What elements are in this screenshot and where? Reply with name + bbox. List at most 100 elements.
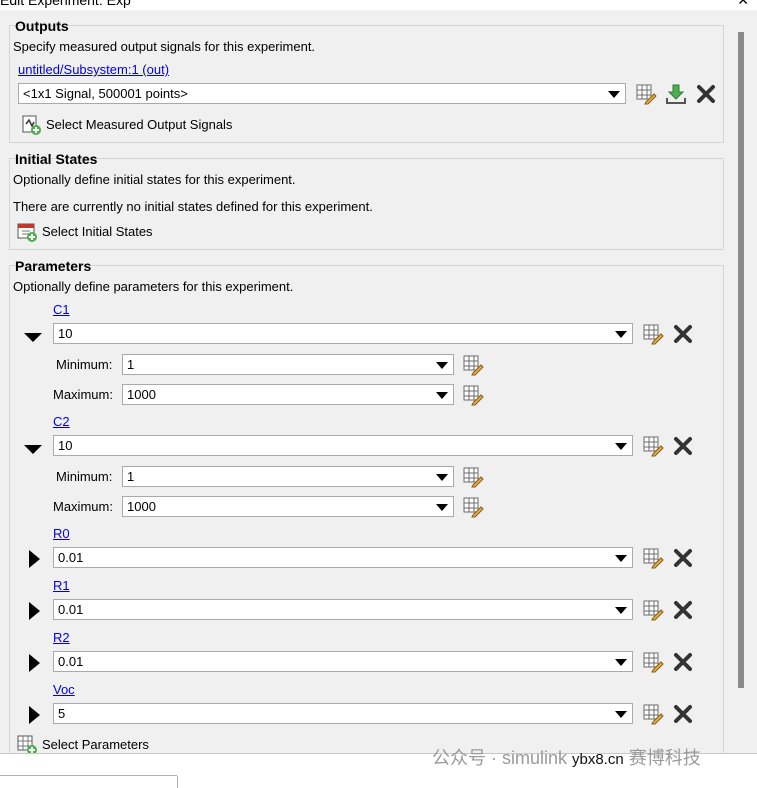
outputs-heading: Outputs (15, 18, 69, 34)
expand-arrow-icon[interactable] (25, 653, 45, 673)
chevron-down-icon[interactable] (615, 331, 627, 338)
import-download-icon[interactable] (665, 83, 687, 105)
param-value-combo-c1[interactable]: 10 (53, 323, 633, 344)
initial-states-none-message: There are currently no initial states de… (13, 199, 373, 214)
output-signal-value: <1x1 Signal, 500001 points> (23, 86, 188, 101)
watermark-overlay: ybx8.cn (572, 751, 624, 768)
edit-table-icon[interactable] (642, 435, 664, 457)
select-initial-states-button[interactable]: Select Initial States (16, 221, 216, 243)
param-minimum-combo-c2[interactable]: 1 (122, 466, 454, 487)
param-value-combo-r0[interactable]: 0.01 (53, 547, 633, 568)
chevron-down-icon[interactable] (436, 392, 448, 399)
param-link-c1[interactable]: C1 (53, 302, 70, 317)
parameters-description: Optionally define parameters for this ex… (13, 279, 294, 294)
param-link-r0[interactable]: R0 (53, 526, 70, 541)
edit-table-icon[interactable] (642, 323, 664, 345)
collapse-arrow-icon[interactable] (23, 327, 43, 347)
param-maximum-combo-c2[interactable]: 1000 (122, 496, 454, 517)
parameters-group: Parameters Optionally define parameters … (9, 258, 724, 753)
chevron-down-icon[interactable] (615, 659, 627, 666)
edit-table-icon[interactable] (462, 354, 484, 376)
delete-icon[interactable] (672, 651, 694, 673)
param-value-voc: 5 (58, 706, 66, 721)
param-link-c2[interactable]: C2 (53, 414, 70, 429)
parameters-heading: Parameters (15, 258, 92, 274)
chevron-down-icon[interactable] (608, 91, 620, 98)
select-initial-states-label: Select Initial States (42, 224, 153, 239)
delete-icon[interactable] (672, 599, 694, 621)
minimum-label-c1: Minimum: (56, 357, 113, 372)
watermark-suffix: 赛博科技 (628, 748, 701, 768)
maximum-label-c2: Maximum: (53, 499, 113, 514)
param-value-combo-c2[interactable]: 10 (53, 435, 633, 456)
initial-states-heading: Initial States (15, 151, 98, 167)
chevron-down-icon[interactable] (436, 362, 448, 369)
param-minimum-combo-c1[interactable]: 1 (122, 354, 454, 375)
outputs-group: Outputs Specify measured output signals … (9, 18, 724, 143)
select-parameters-icon (16, 734, 38, 753)
delete-icon[interactable] (695, 83, 717, 105)
param-value-combo-r2[interactable]: 0.01 (53, 651, 633, 672)
maximum-label-c1: Maximum: (53, 387, 113, 402)
edit-table-icon[interactable] (642, 651, 664, 673)
scrollbar-thumb[interactable] (738, 32, 744, 688)
delete-icon[interactable] (672, 703, 694, 725)
select-parameters-label: Select Parameters (42, 737, 149, 752)
divider (177, 776, 178, 788)
param-maximum-c1: 1000 (127, 387, 156, 402)
param-link-voc[interactable]: Voc (53, 682, 75, 697)
param-minimum-c2: 1 (127, 469, 135, 484)
expand-arrow-icon[interactable] (25, 601, 45, 621)
initial-states-group: Initial States Optionally define initial… (9, 151, 724, 250)
param-link-r1[interactable]: R1 (53, 578, 70, 593)
vertical-scrollbar[interactable] (735, 10, 757, 753)
chevron-down-icon[interactable] (615, 607, 627, 614)
param-value-combo-voc[interactable]: 5 (53, 703, 633, 724)
delete-icon[interactable] (672, 435, 694, 457)
divider (0, 775, 177, 776)
chevron-down-icon[interactable] (615, 555, 627, 562)
edit-table-icon[interactable] (642, 703, 664, 725)
output-signal-combo[interactable]: <1x1 Signal, 500001 points> (18, 83, 626, 104)
param-value-combo-r1[interactable]: 0.01 (53, 599, 633, 620)
window-titlebar: Edit Experiment: Exp ✕ (0, 0, 757, 10)
edit-table-icon[interactable] (462, 496, 484, 518)
output-signal-link[interactable]: untitled/Subsystem:1 (out) (18, 62, 169, 77)
window-title: Edit Experiment: Exp (0, 0, 131, 8)
edit-table-icon[interactable] (642, 599, 664, 621)
delete-icon[interactable] (672, 547, 694, 569)
param-minimum-c1: 1 (127, 357, 135, 372)
select-parameters-button[interactable]: Select Parameters (16, 734, 216, 753)
edit-table-icon[interactable] (462, 384, 484, 406)
edit-table-icon[interactable] (642, 547, 664, 569)
expand-arrow-icon[interactable] (25, 705, 45, 725)
expand-arrow-icon[interactable] (25, 549, 45, 569)
param-maximum-c2: 1000 (127, 499, 156, 514)
select-signals-icon (20, 114, 42, 136)
select-output-signals-label: Select Measured Output Signals (46, 117, 233, 132)
param-value-r2: 0.01 (58, 654, 84, 669)
outputs-description: Specify measured output signals for this… (13, 39, 316, 54)
param-link-r2[interactable]: R2 (53, 630, 70, 645)
param-value-r0: 0.01 (58, 550, 84, 565)
delete-icon[interactable] (672, 323, 694, 345)
param-value-c1: 10 (58, 326, 73, 341)
select-states-icon (16, 221, 38, 243)
param-maximum-combo-c1[interactable]: 1000 (122, 384, 454, 405)
chevron-down-icon[interactable] (436, 474, 448, 481)
chevron-down-icon[interactable] (615, 711, 627, 718)
watermark: 公众号 · simulink ybx8.cn 赛博科技 (432, 744, 701, 770)
param-value-c2: 10 (58, 438, 73, 453)
watermark-text: 公众号 · simulink (432, 748, 568, 768)
experiment-panel: Outputs Specify measured output signals … (0, 10, 735, 753)
edit-table-icon[interactable] (635, 83, 657, 105)
edit-table-icon[interactable] (462, 466, 484, 488)
minimum-label-c2: Minimum: (56, 469, 113, 484)
chevron-down-icon[interactable] (615, 443, 627, 450)
close-icon[interactable]: ✕ (737, 0, 749, 9)
collapse-arrow-icon[interactable] (23, 439, 43, 459)
select-output-signals-button[interactable]: Select Measured Output Signals (20, 114, 260, 136)
chevron-down-icon[interactable] (436, 504, 448, 511)
param-value-r1: 0.01 (58, 602, 84, 617)
initial-states-description: Optionally define initial states for thi… (13, 172, 296, 187)
